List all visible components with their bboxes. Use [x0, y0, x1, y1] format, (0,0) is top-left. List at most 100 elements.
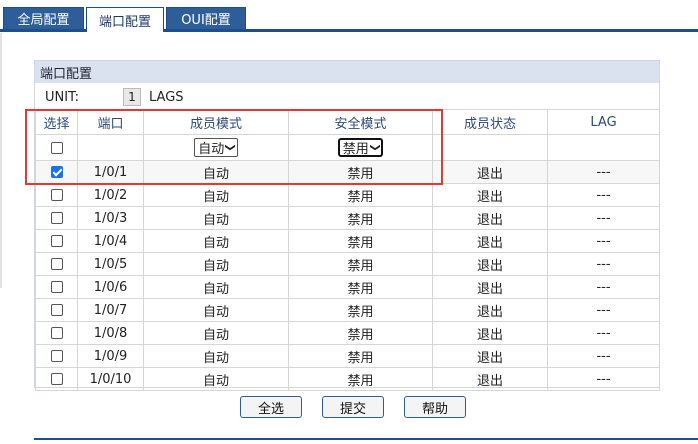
table-row[interactable]: 1/0/1 自动 禁用 退出 --- [35, 160, 660, 184]
tab-oui-config[interactable]: OUI配置 [166, 7, 246, 30]
filter-select-cell [35, 134, 78, 161]
filter-member-mode-cell: 自动 ❯ [143, 134, 289, 161]
security-mode-select-value: 禁用 [342, 142, 369, 157]
header-lag: LAG [547, 109, 660, 135]
row-port: 1/0/6 [77, 275, 144, 299]
table-header-row: 选择 端口 成员模式 安全模式 成员状态 LAG [35, 109, 660, 135]
tab-strip: 全局配置 端口配置 OUI配置 [0, 0, 698, 32]
row-member-mode: 自动 [143, 252, 289, 276]
row-checkbox[interactable] [50, 327, 63, 339]
table-row[interactable]: 1/0/6 自动 禁用 退出 --- [35, 275, 660, 299]
row-port: 1/0/7 [77, 298, 144, 322]
row-security-mode: 禁用 [288, 367, 433, 391]
select-all-checkbox[interactable] [50, 141, 63, 154]
row-member-mode: 自动 [143, 321, 289, 345]
help-button[interactable]: 帮助 [404, 396, 466, 418]
unit-selector[interactable]: 1 [123, 88, 141, 106]
port-config-panel: 端口配置 UNIT: 1 LAGS 选择 端口 成员模式 安全模式 成员状态 L… [34, 60, 660, 391]
row-lag: --- [547, 229, 660, 253]
header-select: 选择 [35, 109, 78, 135]
row-member-status: 退出 [432, 275, 548, 299]
row-member-status: 退出 [432, 344, 548, 368]
row-port: 1/0/3 [77, 206, 144, 230]
row-checkbox[interactable] [50, 166, 63, 178]
row-member-status: 退出 [432, 206, 548, 230]
table-row[interactable]: 1/0/9 自动 禁用 退出 --- [35, 344, 660, 368]
row-member-mode: 自动 [143, 206, 289, 230]
header-member-status: 成员状态 [432, 109, 548, 135]
member-mode-select[interactable]: 自动 ❯ [194, 138, 238, 157]
unit-row: UNIT: 1 LAGS [35, 85, 659, 109]
row-checkbox[interactable] [50, 373, 63, 385]
row-security-mode: 禁用 [288, 321, 433, 345]
row-lag: --- [547, 344, 660, 368]
header-member-mode: 成员模式 [143, 109, 289, 135]
row-port: 1/0/4 [77, 229, 144, 253]
row-security-mode: 禁用 [288, 344, 433, 368]
filter-row: 自动 ❯ 禁用 ❯ [35, 134, 660, 161]
tab-global-config[interactable]: 全局配置 [3, 7, 84, 30]
row-security-mode: 禁用 [288, 275, 433, 299]
row-checkbox[interactable] [50, 281, 63, 293]
row-select-cell [35, 252, 78, 276]
row-checkbox[interactable] [50, 350, 63, 362]
submit-button[interactable]: 提交 [322, 396, 384, 418]
row-lag: --- [547, 275, 660, 299]
row-lag: --- [547, 160, 660, 184]
row-security-mode: 禁用 [288, 183, 433, 207]
security-mode-select[interactable]: 禁用 ❯ [337, 138, 384, 157]
action-buttons: 全选 提交 帮助 [0, 396, 698, 422]
port-table: 选择 端口 成员模式 安全模式 成员状态 LAG 自动 ❯ 禁用 ❯ 1/0/1… [35, 109, 660, 391]
table-row[interactable]: 1/0/8 自动 禁用 退出 --- [35, 321, 660, 345]
table-row[interactable]: 1/0/7 自动 禁用 退出 --- [35, 298, 660, 322]
row-checkbox[interactable] [50, 304, 63, 316]
row-checkbox[interactable] [50, 258, 63, 270]
row-security-mode: 禁用 [288, 206, 433, 230]
row-select-cell [35, 206, 78, 230]
row-select-cell [35, 183, 78, 207]
row-checkbox[interactable] [50, 212, 63, 224]
row-select-cell [35, 344, 78, 368]
row-security-mode: 禁用 [288, 252, 433, 276]
table-row[interactable]: 1/0/5 自动 禁用 退出 --- [35, 252, 660, 276]
bottom-divider [34, 438, 698, 440]
header-security-mode: 安全模式 [288, 109, 433, 135]
row-port: 1/0/2 [77, 183, 144, 207]
row-checkbox[interactable] [50, 235, 63, 247]
table-row[interactable]: 1/0/2 自动 禁用 退出 --- [35, 183, 660, 207]
select-all-button[interactable]: 全选 [240, 396, 302, 418]
row-lag: --- [547, 206, 660, 230]
row-lag: --- [547, 321, 660, 345]
row-member-status: 退出 [432, 367, 548, 391]
row-member-mode: 自动 [143, 275, 289, 299]
table-row[interactable]: 1/0/10 自动 禁用 退出 --- [35, 367, 660, 391]
row-member-status: 退出 [432, 321, 548, 345]
member-mode-select-value: 自动 [198, 142, 225, 157]
row-checkbox[interactable] [50, 189, 63, 201]
row-member-status: 退出 [432, 298, 548, 322]
filter-lag-cell [547, 134, 660, 161]
row-member-mode: 自动 [143, 183, 289, 207]
row-select-cell [35, 275, 78, 299]
panel-title: 端口配置 [35, 61, 659, 83]
row-member-status: 退出 [432, 229, 548, 253]
row-security-mode: 禁用 [288, 160, 433, 184]
row-member-mode: 自动 [143, 344, 289, 368]
row-port: 1/0/1 [77, 160, 144, 184]
tab-port-config[interactable]: 端口配置 [86, 7, 164, 32]
filter-security-mode-cell: 禁用 ❯ [288, 134, 433, 161]
row-member-mode: 自动 [143, 229, 289, 253]
row-member-mode: 自动 [143, 298, 289, 322]
chevron-down-icon: ❯ [369, 143, 381, 152]
lags-link[interactable]: LAGS [149, 90, 184, 105]
row-select-cell [35, 229, 78, 253]
table-row[interactable]: 1/0/4 自动 禁用 退出 --- [35, 229, 660, 253]
row-port: 1/0/5 [77, 252, 144, 276]
table-row[interactable]: 1/0/3 自动 禁用 退出 --- [35, 206, 660, 230]
row-member-mode: 自动 [143, 367, 289, 391]
row-lag: --- [547, 183, 660, 207]
row-member-mode: 自动 [143, 160, 289, 184]
header-port: 端口 [77, 109, 144, 135]
left-rule [0, 33, 2, 288]
chevron-down-icon: ❯ [225, 143, 237, 152]
